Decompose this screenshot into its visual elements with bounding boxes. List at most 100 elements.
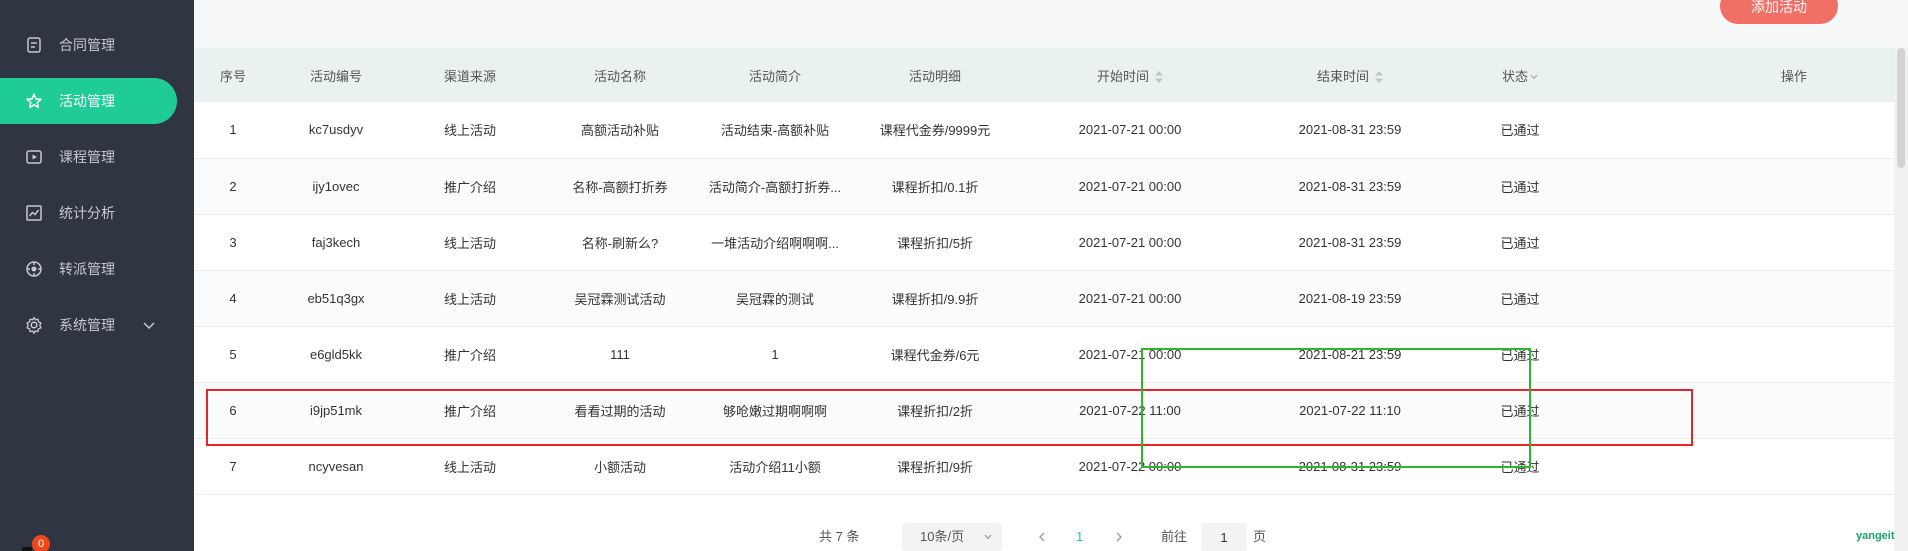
sidebar-item-contracts[interactable]: 合同管理 — [0, 22, 194, 68]
cell-start-time: 2021-07-22 11:00 — [1079, 402, 1181, 418]
next-page-icon[interactable] — [1114, 532, 1124, 542]
cell-actions[interactable] — [1694, 270, 1894, 326]
cell-blank — [1580, 270, 1694, 326]
notification-indicator[interactable]: 0 — [22, 535, 50, 551]
prev-page-icon[interactable] — [1037, 532, 1047, 542]
cell-name: 吴冠霖测试活动 — [574, 291, 666, 307]
col-header-detail: 活动明细 — [908, 68, 961, 84]
cell-intro: 活动结束-高额补贴 — [720, 123, 830, 139]
activity-table: 序号 活动编号 渠道来源 活动名称 活动简介 活动明细 开始时间 结束时间 状态… — [194, 48, 1894, 495]
sidebar-item-activities[interactable]: 活动管理 — [0, 78, 177, 124]
cell-end-time: 2021-08-19 23:59 — [1298, 290, 1402, 306]
cell-name: 高额活动补贴 — [580, 123, 659, 139]
cell-blank — [1580, 102, 1694, 158]
cell-code: faj3kech — [311, 234, 361, 250]
cell-actions[interactable] — [1694, 326, 1894, 382]
cell-name: 名称-刷新么? — [581, 235, 659, 251]
cell-end-time: 2021-08-31 23:59 — [1298, 122, 1402, 138]
cell-channel: 线上活动 — [443, 459, 496, 475]
cell-intro: 一堆活动介绍啊啊啊... — [711, 235, 839, 251]
cell-detail: 课程折扣/9.9折 — [891, 291, 979, 307]
cell-detail: 课程折扣/2折 — [897, 403, 973, 419]
col-header-label: 开始时间 — [1096, 68, 1149, 84]
cell-detail: 课程折扣/9折 — [897, 459, 973, 475]
cell-code: ijy1ovec — [312, 178, 360, 194]
cell-channel: 推广介绍 — [443, 179, 496, 195]
cell-intro: 1 — [771, 346, 779, 362]
cell-name: 111 — [610, 346, 630, 362]
chevron-down-icon — [984, 534, 992, 540]
cell-index: 7 — [229, 458, 237, 474]
cell-detail: 课程代金券/6元 — [890, 347, 980, 363]
cell-start-time: 2021-07-21 00:00 — [1078, 290, 1182, 306]
col-header-label: 状态 — [1501, 68, 1528, 84]
cell-intro: 吴冠霖的测试 — [735, 291, 814, 307]
sidebar-item-statistics[interactable]: 统计分析 — [0, 190, 194, 236]
cell-actions[interactable] — [1694, 214, 1894, 270]
toolbar: 添加活动 — [194, 0, 1908, 48]
cell-status: 已通过 — [1500, 403, 1540, 419]
sort-icon[interactable] — [1155, 71, 1163, 84]
gear-icon — [26, 316, 42, 334]
cell-name: 看看过期的活动 — [574, 403, 666, 419]
col-header-index: 序号 — [219, 68, 246, 84]
sidebar-item-label: 合同管理 — [59, 37, 115, 53]
cell-blank — [1580, 214, 1694, 270]
cell-code: ncyvesan — [308, 458, 364, 474]
page-size-select[interactable]: 10条/页 — [902, 523, 1002, 551]
cell-end-time: 2021-08-31 23:59 — [1298, 234, 1402, 250]
cell-end-time: 2021-07-22 11:10 — [1299, 402, 1401, 418]
table-row[interactable]: 1 kc7usdyv 线上活动 高额活动补贴 活动结束-高额补贴 课程代金券/9999元 2… — [194, 102, 1894, 158]
sidebar-item-transfer[interactable]: 转派管理 — [0, 246, 194, 292]
col-header-end-time[interactable]: 结束时间 — [1240, 48, 1460, 102]
cell-intro: 够呛嫩过期啊啊啊 — [722, 403, 827, 419]
sidebar-item-courses[interactable]: 课程管理 — [0, 134, 194, 180]
sidebar-item-system[interactable]: 系统管理 — [0, 302, 194, 348]
cell-start-time: 2021-07-21 00:00 — [1078, 234, 1182, 250]
scrollbar-thumb[interactable] — [1897, 48, 1905, 168]
col-header-blank — [1580, 48, 1694, 102]
col-header-status[interactable]: 状态 — [1460, 48, 1580, 102]
cell-detail: 课程折扣/0.1折 — [891, 179, 979, 195]
play-icon — [26, 150, 42, 164]
table-row[interactable]: 5 e6gld5kk 推广介绍 111 1 课程代金券/6元 2021-07-21 00:0… — [194, 326, 1894, 382]
sidebar-item-label: 活动管理 — [59, 93, 115, 109]
cell-blank — [1580, 438, 1694, 494]
cell-name: 名称-高额打折券 — [572, 179, 668, 195]
cell-actions[interactable] — [1694, 438, 1894, 494]
cell-code: eb51q3gx — [307, 290, 365, 306]
cell-blank — [1580, 158, 1694, 214]
add-activity-button[interactable]: 添加活动 — [1720, 0, 1838, 24]
watermark: yangeit — [1856, 530, 1895, 542]
sort-icon[interactable] — [1375, 71, 1383, 84]
cell-detail: 课程代金券/9999元 — [879, 123, 991, 139]
cell-blank — [1580, 382, 1694, 438]
table-row[interactable]: 7 ncyvesan 线上活动 小额活动 活动介绍11小额 课程折扣/9折 2021-07-… — [194, 438, 1894, 494]
cell-name: 小额活动 — [593, 459, 646, 475]
table-row[interactable]: 4 eb51q3gx 线上活动 吴冠霖测试活动 吴冠霖的测试 课程折扣/9.9折 2021-… — [194, 270, 1894, 326]
cell-code: kc7usdyv — [308, 122, 364, 138]
filter-caret-icon[interactable] — [1530, 74, 1538, 80]
cell-start-time: 2021-07-21 00:00 — [1078, 346, 1182, 362]
cell-actions[interactable] — [1694, 102, 1894, 158]
col-header-intro: 活动简介 — [748, 68, 801, 84]
chevron-down-icon — [143, 322, 155, 330]
pagination-total: 共 7 条 — [819, 529, 860, 544]
document-icon — [27, 37, 41, 53]
col-header-actions: 操作 — [1780, 68, 1807, 84]
vertical-scrollbar[interactable] — [1894, 48, 1908, 551]
cell-channel: 线上活动 — [443, 123, 496, 139]
table-row[interactable]: 3 faj3kech 线上活动 名称-刷新么? 一堆活动介绍啊啊啊... 课程折扣/5折 2… — [194, 214, 1894, 270]
cell-actions[interactable] — [1694, 382, 1894, 438]
table-row[interactable]: 6 i9jp51mk 推广介绍 看看过期的活动 够呛嫩过期啊啊啊 课程折扣/2折 2021-… — [194, 382, 1894, 438]
cell-status: 已通过 — [1500, 459, 1540, 475]
table-row[interactable]: 2 ijy1ovec 推广介绍 名称-高额打折券 活动简介-高额打折券... 课程折扣/0… — [194, 158, 1894, 214]
page-number-current[interactable]: 1 — [1076, 523, 1083, 551]
cell-intro: 活动介绍11小额 — [729, 459, 821, 475]
col-header-start-time[interactable]: 开始时间 — [1020, 48, 1240, 102]
goto-page-input[interactable] — [1201, 523, 1247, 551]
cell-index: 4 — [229, 290, 237, 306]
cell-actions[interactable] — [1694, 158, 1894, 214]
cell-status: 已通过 — [1500, 123, 1540, 139]
sidebar-item-label: 系统管理 — [59, 317, 115, 333]
